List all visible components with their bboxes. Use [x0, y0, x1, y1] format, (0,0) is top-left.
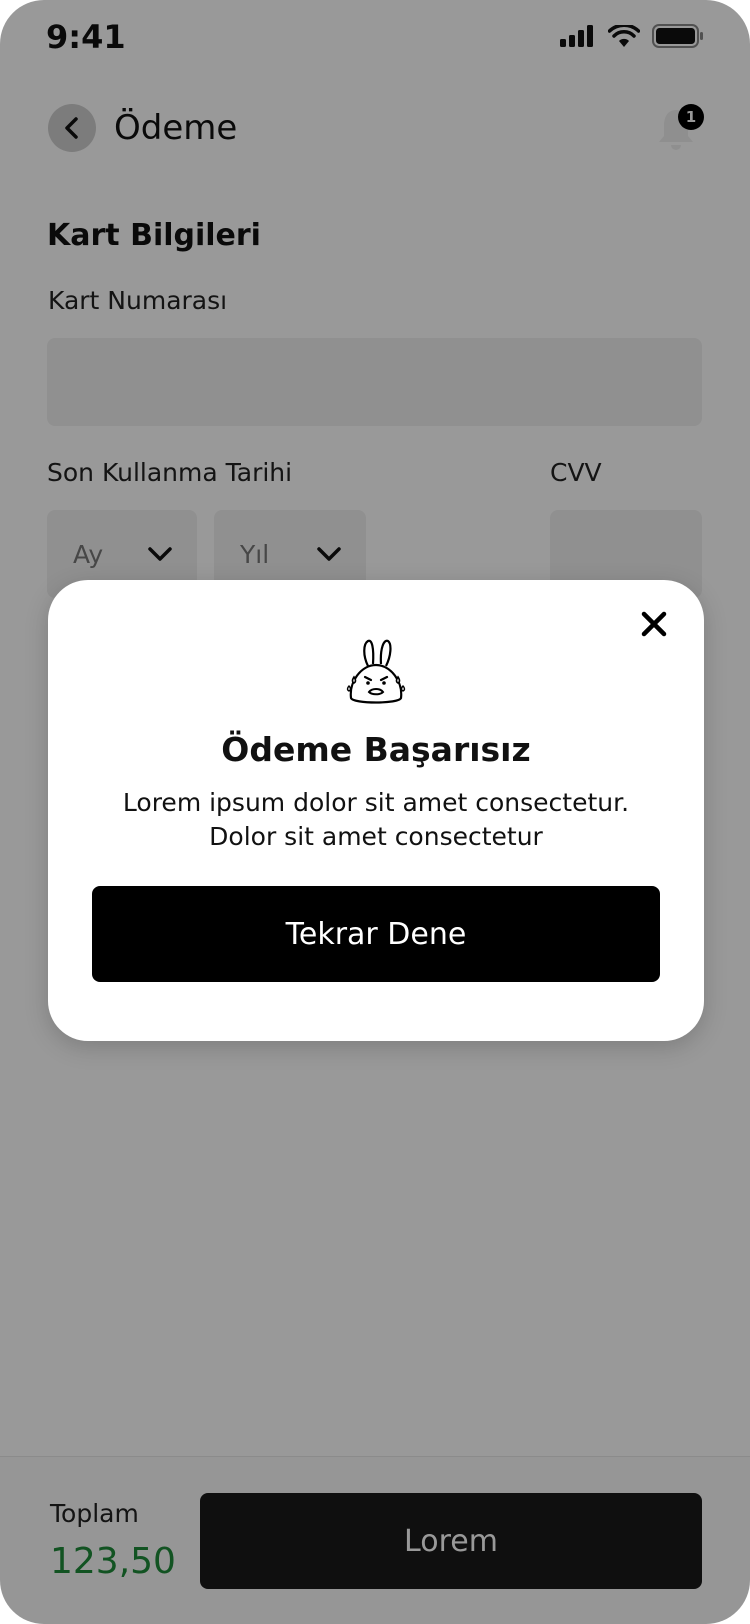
payment-failed-modal: Ödeme Başarısız Lorem ipsum dolor sit am…: [48, 580, 704, 1041]
retry-button[interactable]: Tekrar Dene: [92, 886, 660, 982]
phone-screen: 9:41 Ödeme 1 Kart Bilgileri Kart Numaras…: [0, 0, 750, 1624]
close-button[interactable]: [634, 604, 674, 644]
sad-bunny-icon: [346, 639, 406, 704]
modal-message-line-2: Dolor sit amet consectetur: [209, 822, 543, 851]
modal-message: Lorem ipsum dolor sit amet consectetur. …: [48, 786, 704, 854]
close-icon: [641, 611, 667, 637]
modal-title: Ödeme Başarısız: [221, 730, 531, 769]
modal-message-line-1: Lorem ipsum dolor sit amet consectetur.: [122, 788, 630, 817]
